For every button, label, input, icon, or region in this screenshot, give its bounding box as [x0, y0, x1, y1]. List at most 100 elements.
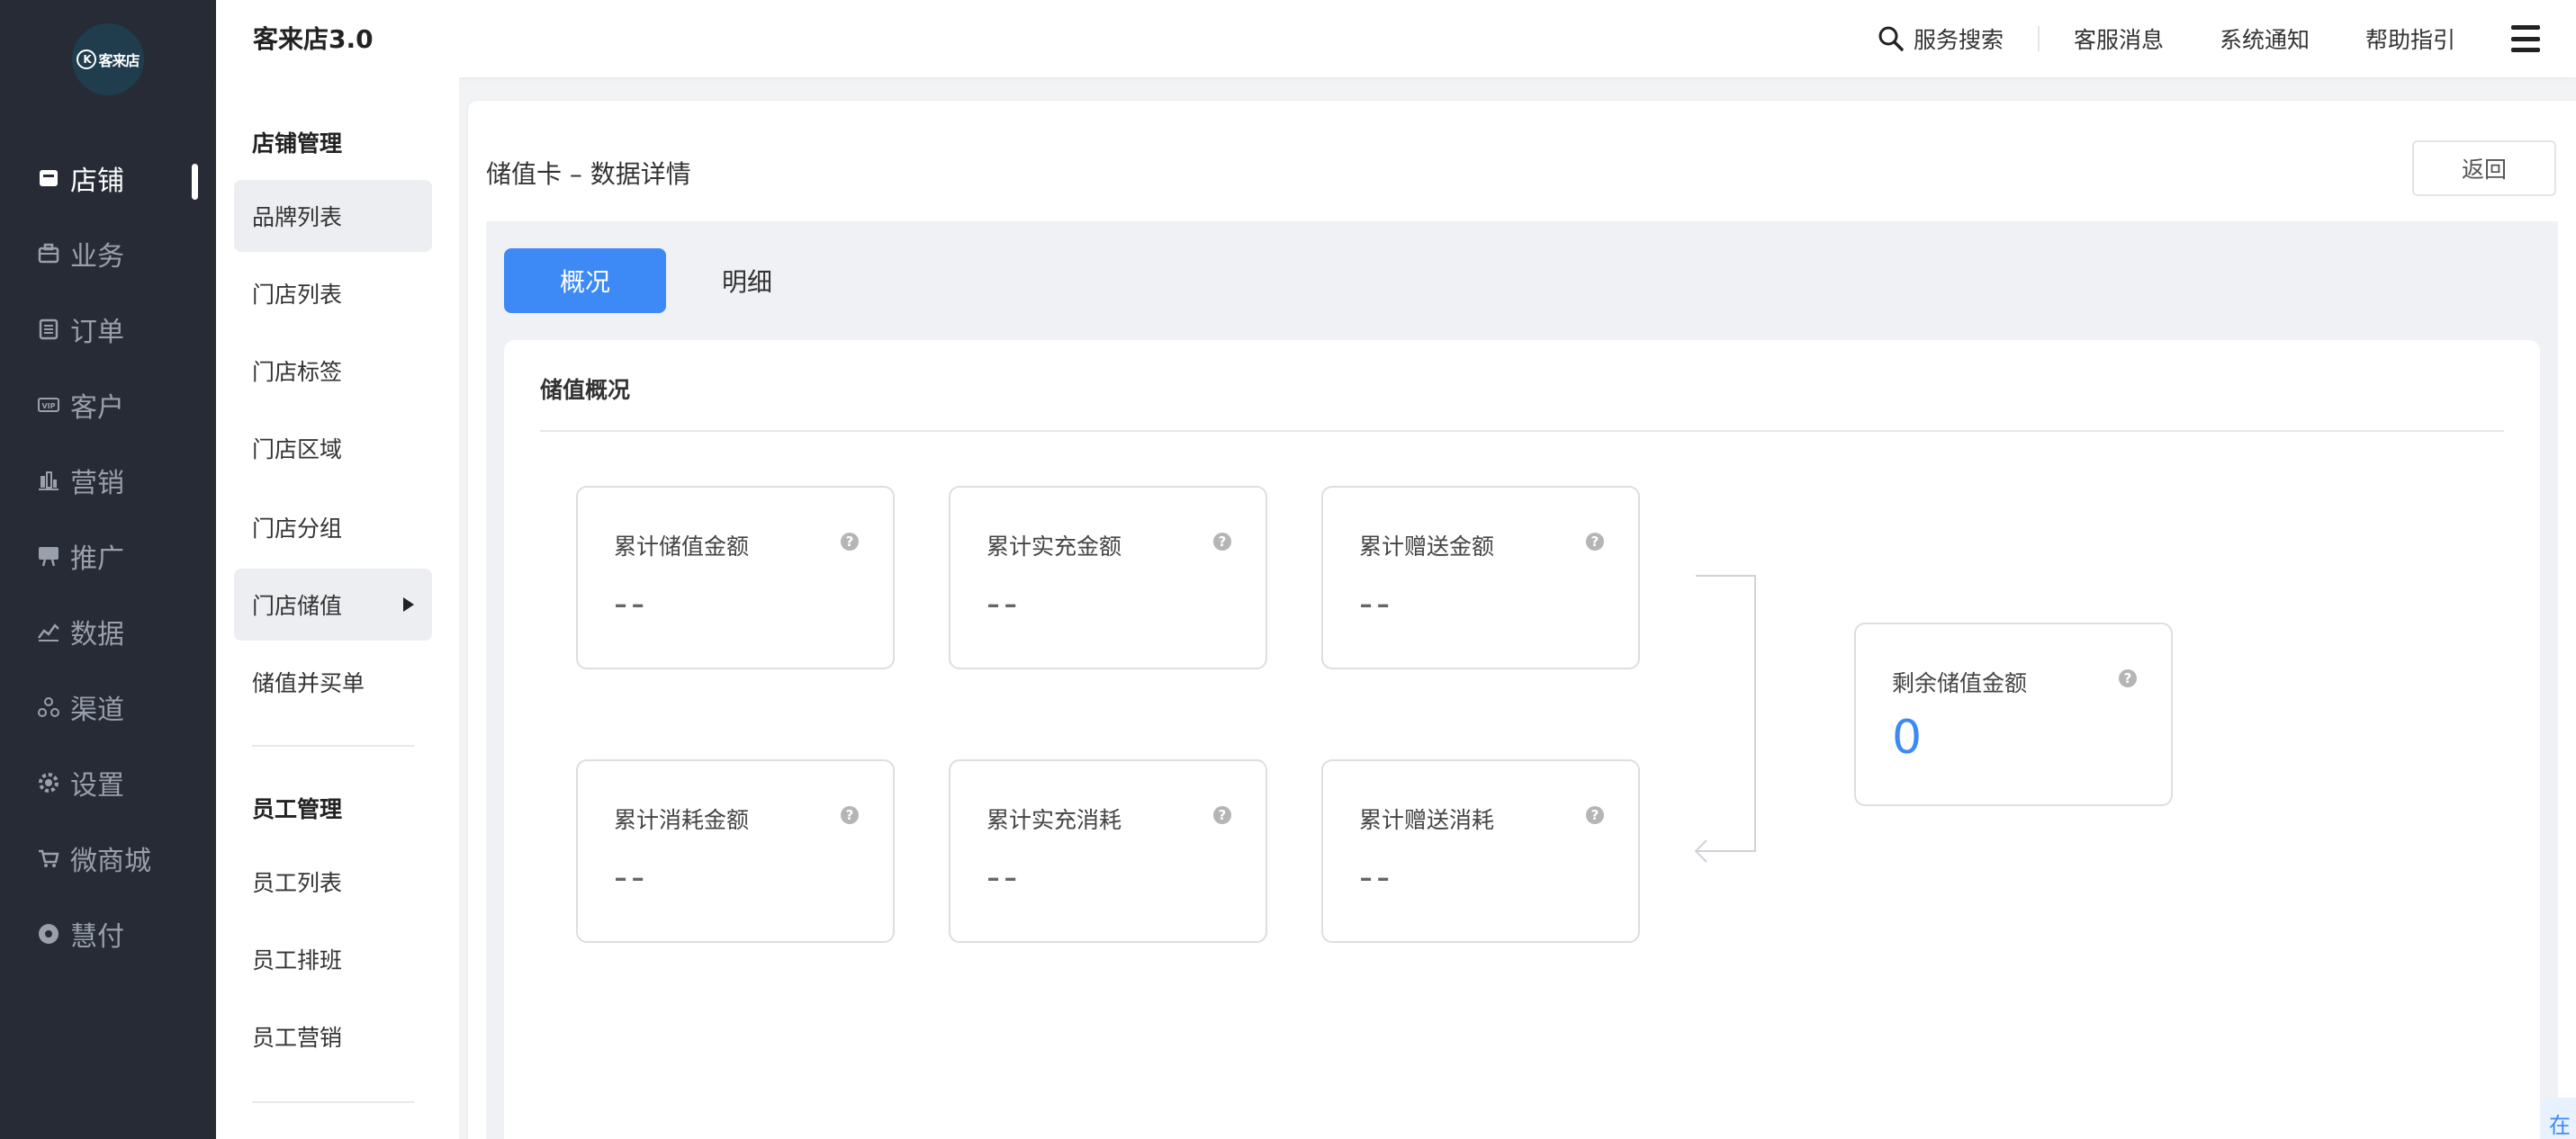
help-icon[interactable]: ? [1586, 806, 1604, 824]
active-indicator [192, 164, 198, 200]
section-title: 储值概况 [540, 377, 631, 403]
pay-icon [36, 921, 61, 946]
stat-value: -- [986, 855, 1022, 899]
subnav-item-label: 门店标签 [252, 359, 343, 385]
stat-card-gift-consumed: 累计赠送消耗 ? -- [1321, 759, 1640, 943]
subnav-divider [252, 745, 414, 747]
subnav-item-staff-list[interactable]: 员工列表 [234, 846, 432, 918]
section-divider [540, 430, 2504, 432]
subnav-item-store-list[interactable]: 门店列表 [234, 257, 432, 329]
subnav-item-label: 储值并买单 [252, 670, 365, 696]
subnav-item-store-stored-value[interactable]: 门店储值 [234, 569, 432, 641]
menu-icon[interactable] [2511, 25, 2540, 52]
stat-card-actual-consumed: 累计实充消耗 ? -- [949, 759, 1267, 943]
stat-label: 累计实充消耗 [986, 807, 1122, 833]
nav-item-label: 营销 [70, 468, 124, 499]
svg-text:VIP: VIP [41, 402, 55, 410]
subnav-item-staff-schedule[interactable]: 员工排班 [234, 923, 432, 995]
stat-value: -- [1359, 581, 1394, 625]
subnav-divider [252, 1101, 414, 1103]
floating-tab-text: 在 [2549, 1113, 2571, 1138]
subnav-item-label: 门店分组 [252, 516, 343, 542]
subnav-item-label: 员工排班 [252, 947, 343, 973]
subnav-item-label: 门店列表 [252, 282, 343, 308]
help-icon[interactable]: ? [841, 533, 859, 551]
subnav-group-title: 员工管理 [252, 796, 343, 822]
header-actions: 服务搜索 客服消息 系统通知 帮助指引 [1878, 0, 2540, 77]
stat-card-total-stored: 累计储值金额 ? -- [576, 486, 895, 669]
app-logo[interactable]: K 客来店 [72, 23, 144, 95]
system-notice-link[interactable]: 系统通知 [2220, 22, 2310, 55]
nav-item-pay[interactable]: 慧付 [0, 907, 216, 961]
stat-value: -- [614, 581, 649, 625]
stat-label: 累计赠送金额 [1359, 534, 1495, 560]
nav-item-label: 订单 [70, 317, 124, 348]
caret-right-icon [403, 597, 414, 612]
logo-text: 客来店 [98, 52, 140, 69]
bracket-arrow-icon [1694, 575, 1756, 863]
subnav-item-label: 员工列表 [252, 870, 343, 896]
subnav-item-brand-list[interactable]: 品牌列表 [234, 180, 432, 252]
subnav-item-label: 门店区域 [252, 436, 343, 462]
stat-label: 累计储值金额 [614, 534, 750, 560]
nav-item-marketing[interactable]: 营销 [0, 453, 216, 507]
help-guide-link[interactable]: 帮助指引 [2365, 22, 2455, 55]
main-nav: K 客来店 店铺 业务 订单 VIP 客户 营销 推广 数据 渠道 设置 微商城… [0, 0, 216, 1139]
channel-icon [36, 695, 61, 720]
floating-service-tab[interactable]: 在 [2542, 1098, 2576, 1139]
store-icon [36, 166, 61, 191]
stat-card-total-gift: 累计赠送金额 ? -- [1321, 486, 1640, 669]
subnav-item-label: 员工营销 [252, 1025, 343, 1051]
stat-label: 累计赠送消耗 [1359, 807, 1495, 833]
stat-value: -- [986, 581, 1022, 625]
subnav-item-store-region[interactable]: 门店区域 [234, 412, 432, 484]
gear-icon [36, 770, 61, 795]
stat-card-remaining: 剩余储值金额 ? 0 [1854, 623, 2173, 806]
subnav-item-store-tags[interactable]: 门店标签 [234, 335, 432, 407]
subnav-item-store-group[interactable]: 门店分组 [234, 491, 432, 563]
vip-icon: VIP [36, 392, 61, 417]
page-title: 储值卡 – 数据详情 [486, 159, 691, 189]
nav-item-channel[interactable]: 渠道 [0, 680, 216, 734]
bar-chart-icon [36, 468, 61, 493]
nav-item-microshop[interactable]: 微商城 [0, 831, 216, 885]
nav-item-store[interactable]: 店铺 [0, 151, 216, 205]
subnav-item-label: 门店储值 [252, 593, 343, 619]
tab-overview[interactable]: 概况 [504, 248, 666, 313]
help-icon[interactable]: ? [2119, 669, 2137, 687]
nav-item-customers[interactable]: VIP 客户 [0, 378, 216, 432]
nav-item-label: 设置 [70, 770, 124, 802]
app-title: 客来店3.0 [253, 24, 374, 54]
help-icon[interactable]: ? [1213, 533, 1231, 551]
nav-item-orders[interactable]: 订单 [0, 302, 216, 356]
overview-card: 储值概况 累计储值金额 ? -- 累计实充金额 ? -- 累计赠送金额 ? --… [504, 340, 2540, 1139]
billboard-icon [36, 543, 61, 569]
nav-item-settings[interactable]: 设置 [0, 756, 216, 810]
stat-value: -- [614, 855, 649, 899]
help-icon[interactable]: ? [1586, 533, 1604, 551]
subnav-item-stored-value-pay[interactable]: 储值并买单 [234, 646, 432, 718]
nav-item-label: 慧付 [70, 921, 124, 953]
tab-detail[interactable]: 明细 [666, 248, 828, 313]
nav-item-business[interactable]: 业务 [0, 227, 216, 281]
briefcase-icon [36, 241, 61, 266]
customer-service-link[interactable]: 客服消息 [2074, 22, 2164, 55]
header-divider [2037, 26, 2040, 51]
nav-item-label: 店铺 [70, 166, 124, 197]
help-icon[interactable]: ? [841, 806, 859, 824]
cart-icon [36, 846, 61, 871]
help-icon[interactable]: ? [1213, 806, 1231, 824]
stat-card-total-actual-recharge: 累计实充金额 ? -- [949, 486, 1267, 669]
stat-card-total-consumed: 累计消耗金额 ? -- [576, 759, 895, 943]
stat-value: 0 [1892, 711, 1923, 765]
nav-item-promotion[interactable]: 推广 [0, 529, 216, 583]
stat-label: 累计消耗金额 [614, 807, 750, 833]
search-icon [1878, 26, 1904, 51]
nav-item-data[interactable]: 数据 [0, 605, 216, 659]
back-button[interactable]: 返回 [2412, 140, 2556, 196]
service-search[interactable]: 服务搜索 [1878, 22, 2004, 55]
detail-panel: 概况 明细 储值概况 累计储值金额 ? -- 累计实充金额 ? -- 累计赠送金… [486, 221, 2558, 1139]
subnav-item-staff-marketing[interactable]: 员工营销 [234, 1000, 432, 1072]
stat-label: 累计实充金额 [986, 534, 1122, 560]
nav-item-label: 推广 [70, 543, 124, 575]
